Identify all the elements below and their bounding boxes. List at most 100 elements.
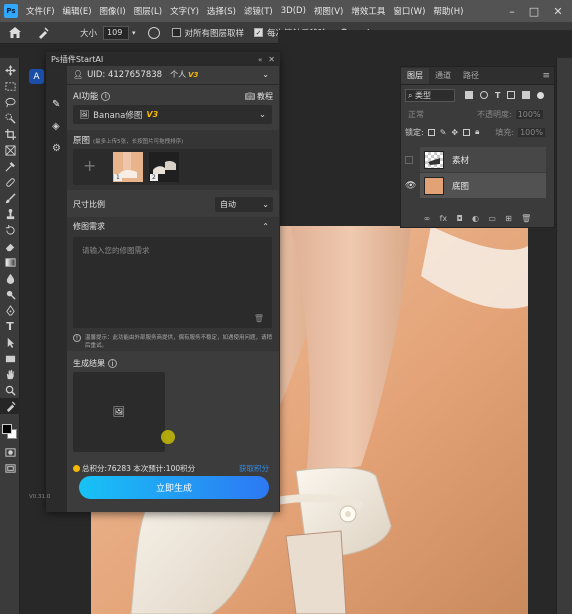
panel-menu-icon[interactable]: ≡ xyxy=(542,68,550,84)
lasso-tool-icon[interactable] xyxy=(0,94,20,110)
filter-shape-icon[interactable] xyxy=(507,91,516,99)
opacity-input[interactable]: 100% xyxy=(515,109,543,119)
requirement-input[interactable]: 请输入您的修图需求 🗑︎ xyxy=(73,237,272,328)
tutorial-link[interactable]: 教程 xyxy=(257,91,273,102)
filter-pixel-icon[interactable] xyxy=(465,91,473,99)
layers-nav-icon[interactable]: ◈ xyxy=(52,121,60,132)
gradient-tool-icon[interactable] xyxy=(0,254,20,270)
thumbnail[interactable]: 1 xyxy=(113,152,143,182)
adjustment-layer-icon[interactable]: ◐ xyxy=(472,214,479,223)
layer-name[interactable]: 素材 xyxy=(452,154,469,166)
maximize-icon[interactable]: □ xyxy=(524,0,544,22)
zoom-tool-icon[interactable] xyxy=(0,382,20,398)
ratio-select[interactable]: 自动 ⌄ xyxy=(215,197,273,212)
layer-row[interactable]: 👁︎ 底图 xyxy=(405,173,546,198)
layer-name[interactable]: 底图 xyxy=(452,180,469,192)
move-tool-icon[interactable] xyxy=(0,62,20,78)
size-dropdown-icon[interactable]: ▾ xyxy=(132,29,136,37)
menu-file[interactable]: 文件(F) xyxy=(22,5,59,17)
filter-adjust-icon[interactable] xyxy=(480,91,488,99)
menu-image[interactable]: 图像(I) xyxy=(96,5,130,17)
fill-input[interactable]: 100% xyxy=(518,127,545,137)
trash-icon[interactable]: 🗑︎ xyxy=(254,314,264,323)
eraser-tool-icon[interactable] xyxy=(0,238,20,254)
add-image-button[interactable]: + xyxy=(83,158,96,174)
eye-icon[interactable]: 👁︎ xyxy=(405,181,416,191)
menu-plugins[interactable]: 增效工具 xyxy=(347,5,389,17)
tab-paths[interactable]: 路径 xyxy=(457,68,485,84)
clone-stamp-tool-icon[interactable] xyxy=(0,206,20,222)
dodge-tool-icon[interactable] xyxy=(0,286,20,302)
path-select-tool-icon[interactable] xyxy=(0,334,20,350)
chevron-up-icon[interactable]: ⌃ xyxy=(262,222,269,231)
collapse-icon[interactable]: « xyxy=(258,56,262,64)
get-points-link[interactable]: 获取积分 xyxy=(239,463,269,474)
frame-tool-icon[interactable] xyxy=(0,142,20,158)
color-swatches[interactable] xyxy=(0,418,19,444)
history-brush-tool-icon[interactable] xyxy=(0,222,20,238)
foreground-color[interactable] xyxy=(2,424,12,434)
rectangle-tool-icon[interactable] xyxy=(0,350,20,366)
sample-all-checkbox[interactable] xyxy=(171,28,181,37)
add-mask-icon[interactable]: ◘ xyxy=(456,214,462,223)
new-layer-icon[interactable]: ⊞ xyxy=(505,214,512,223)
tab-channels[interactable]: 通道 xyxy=(429,68,457,84)
lock-paint-icon[interactable]: ✎ xyxy=(440,128,447,137)
type-tool-icon[interactable]: T xyxy=(0,318,20,334)
pressure-icon[interactable] xyxy=(147,26,160,39)
thumbnail[interactable]: 2 xyxy=(149,152,179,182)
minimize-icon[interactable]: – xyxy=(502,0,522,22)
remove-tool-icon[interactable] xyxy=(36,27,50,39)
link-layers-icon[interactable]: ∞ xyxy=(424,214,431,223)
visibility-empty[interactable] xyxy=(405,155,413,164)
erase-checkbox[interactable]: ✓ xyxy=(254,28,264,37)
menu-layer[interactable]: 图层(L) xyxy=(130,5,166,17)
lock-row: 锁定: ✎ ✥ 🔒︎ 填充: 100% xyxy=(401,123,554,141)
close-icon[interactable]: ✕ xyxy=(548,0,568,22)
marquee-tool-icon[interactable] xyxy=(0,78,20,94)
filter-toggle-icon[interactable] xyxy=(537,91,545,99)
chevron-down-icon[interactable]: ⌄ xyxy=(262,70,269,79)
filter-smart-icon[interactable] xyxy=(522,91,531,99)
eyedropper-tool-icon[interactable] xyxy=(0,158,20,174)
quick-select-tool-icon[interactable] xyxy=(0,110,20,126)
edit-nav-icon[interactable]: ✎ xyxy=(52,99,60,110)
menu-filter[interactable]: 滤镜(T) xyxy=(240,5,277,17)
home-icon[interactable] xyxy=(8,27,22,38)
result-preview[interactable]: 🖼︎ xyxy=(73,372,175,452)
layer-kind-select[interactable]: ⌕ 类型 xyxy=(405,88,455,102)
menu-help[interactable]: 帮助(H) xyxy=(429,5,467,17)
hand-tool-icon[interactable] xyxy=(0,366,20,382)
menu-type[interactable]: 文字(Y) xyxy=(166,5,203,17)
delete-layer-icon[interactable]: 🗑︎ xyxy=(521,214,531,223)
lock-all-icon[interactable]: 🔒︎ xyxy=(475,127,479,137)
blend-mode-select[interactable]: 正常 xyxy=(405,109,451,120)
active-tool-icon[interactable] xyxy=(0,398,20,414)
menu-edit[interactable]: 编辑(E) xyxy=(59,5,96,17)
healing-brush-tool-icon[interactable] xyxy=(0,174,20,190)
menu-window[interactable]: 窗口(W) xyxy=(389,5,429,17)
screen-mode-icon[interactable] xyxy=(0,460,20,476)
lock-move-icon[interactable]: ✥ xyxy=(451,128,458,137)
model-select[interactable]: 🖼︎ Banana修图 V3 ⌄ xyxy=(73,105,272,124)
layer-row[interactable]: 素材 xyxy=(405,147,546,172)
size-input[interactable]: 109 xyxy=(103,25,130,40)
menu-select[interactable]: 选择(S) xyxy=(203,5,240,17)
tab-layers[interactable]: 图层 xyxy=(401,68,429,84)
settings-nav-icon[interactable]: ⚙ xyxy=(52,143,61,154)
blur-tool-icon[interactable] xyxy=(0,270,20,286)
menu-3d[interactable]: 3D(D) xyxy=(277,6,310,16)
lock-pixels-icon[interactable] xyxy=(427,128,435,136)
pen-tool-icon[interactable] xyxy=(0,302,20,318)
generate-button[interactable]: 立即生成 xyxy=(79,476,269,499)
brush-tool-icon[interactable] xyxy=(0,190,20,206)
quick-mask-icon[interactable] xyxy=(0,444,20,460)
menu-view[interactable]: 视图(V) xyxy=(310,5,347,17)
filter-type-icon[interactable]: T xyxy=(495,91,500,100)
tutorial-icon[interactable]: 📖︎ xyxy=(245,92,255,101)
new-group-icon[interactable]: ▭ xyxy=(488,214,496,223)
crop-tool-icon[interactable] xyxy=(0,126,20,142)
lock-artboard-icon[interactable] xyxy=(463,128,471,136)
plugin-close-icon[interactable]: ✕ xyxy=(268,55,275,64)
fx-icon[interactable]: fx xyxy=(440,214,448,223)
